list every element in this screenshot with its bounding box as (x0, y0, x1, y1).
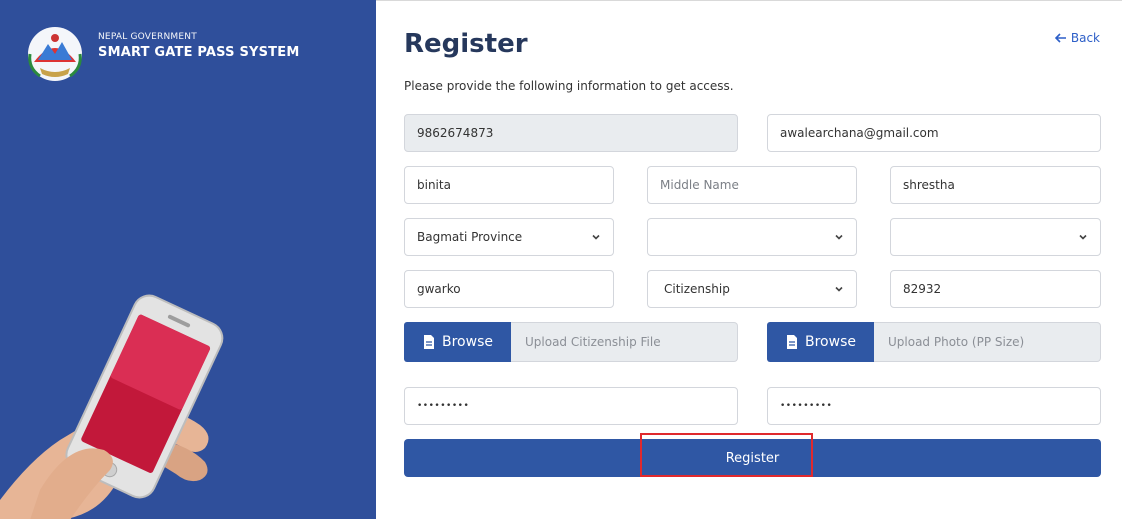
back-label: Back (1070, 31, 1100, 45)
province-value: Bagmati Province (417, 230, 523, 244)
document-number-field[interactable]: 82932 (890, 270, 1101, 308)
register-form-panel: Register Back Please provide the followi… (376, 0, 1122, 519)
address-field[interactable]: gwarko (404, 270, 614, 308)
brand-subtitle: NEPAL GOVERNMENT (98, 32, 197, 42)
page-title: Register (404, 29, 528, 59)
browse-photo-button[interactable]: Browse (767, 322, 874, 362)
browse-citizenship-button[interactable]: Browse (404, 322, 511, 362)
file-icon (787, 335, 797, 349)
chevron-down-icon (835, 286, 843, 292)
last-name-field[interactable]: shrestha (890, 166, 1101, 204)
confirm-password-field[interactable]: ••••••••• (767, 387, 1101, 425)
brand: NEPAL GOVERNMENT SMART GATE PASS SYSTEM (20, 24, 299, 84)
photo-file-placeholder: Upload Photo (PP Size) (888, 335, 1025, 349)
photo-file-input[interactable]: Upload Photo (PP Size) (874, 322, 1101, 362)
page-subtitle: Please provide the following information… (404, 79, 734, 93)
photo-upload: Browse Upload Photo (PP Size) (767, 322, 1101, 362)
chevron-down-icon (1079, 234, 1087, 240)
browse-label: Browse (805, 334, 856, 350)
arrow-left-icon (1054, 33, 1066, 43)
chevron-down-icon (592, 234, 600, 240)
last-name-value: shrestha (903, 178, 955, 192)
citizenship-file-input[interactable]: Upload Citizenship File (511, 322, 738, 362)
password-value: ••••••••• (417, 401, 470, 411)
district-select[interactable] (647, 218, 857, 256)
document-number-value: 82932 (903, 282, 942, 296)
nepal-emblem-icon (28, 27, 82, 81)
first-name-value: binita (417, 178, 451, 192)
phone-field[interactable]: 9862674873 (404, 114, 738, 152)
email-field[interactable]: awalearchana@gmail.com (767, 114, 1101, 152)
phone-in-hand-illustration (0, 294, 224, 519)
document-type-select[interactable]: Citizenship (647, 270, 857, 308)
file-icon (424, 335, 434, 349)
municipality-select[interactable] (890, 218, 1101, 256)
password-field[interactable]: ••••••••• (404, 387, 738, 425)
phone-value: 9862674873 (417, 126, 494, 140)
address-value: gwarko (417, 282, 461, 296)
sidebar-panel: NEPAL GOVERNMENT SMART GATE PASS SYSTEM (0, 0, 376, 519)
email-value: awalearchana@gmail.com (780, 126, 939, 140)
middle-name-placeholder: Middle Name (660, 178, 739, 192)
citizenship-upload: Browse Upload Citizenship File (404, 322, 738, 362)
chevron-down-icon (835, 234, 843, 240)
back-link[interactable]: Back (1054, 31, 1100, 45)
register-button[interactable]: Register (404, 439, 1101, 477)
register-button-label: Register (725, 450, 780, 466)
first-name-field[interactable]: binita (404, 166, 614, 204)
confirm-password-value: ••••••••• (780, 401, 833, 411)
province-select[interactable]: Bagmati Province (404, 218, 614, 256)
browse-label: Browse (442, 334, 493, 350)
citizenship-file-placeholder: Upload Citizenship File (525, 335, 661, 349)
brand-title: SMART GATE PASS SYSTEM (98, 45, 300, 60)
document-type-value: Citizenship (664, 282, 730, 296)
middle-name-field[interactable]: Middle Name (647, 166, 857, 204)
